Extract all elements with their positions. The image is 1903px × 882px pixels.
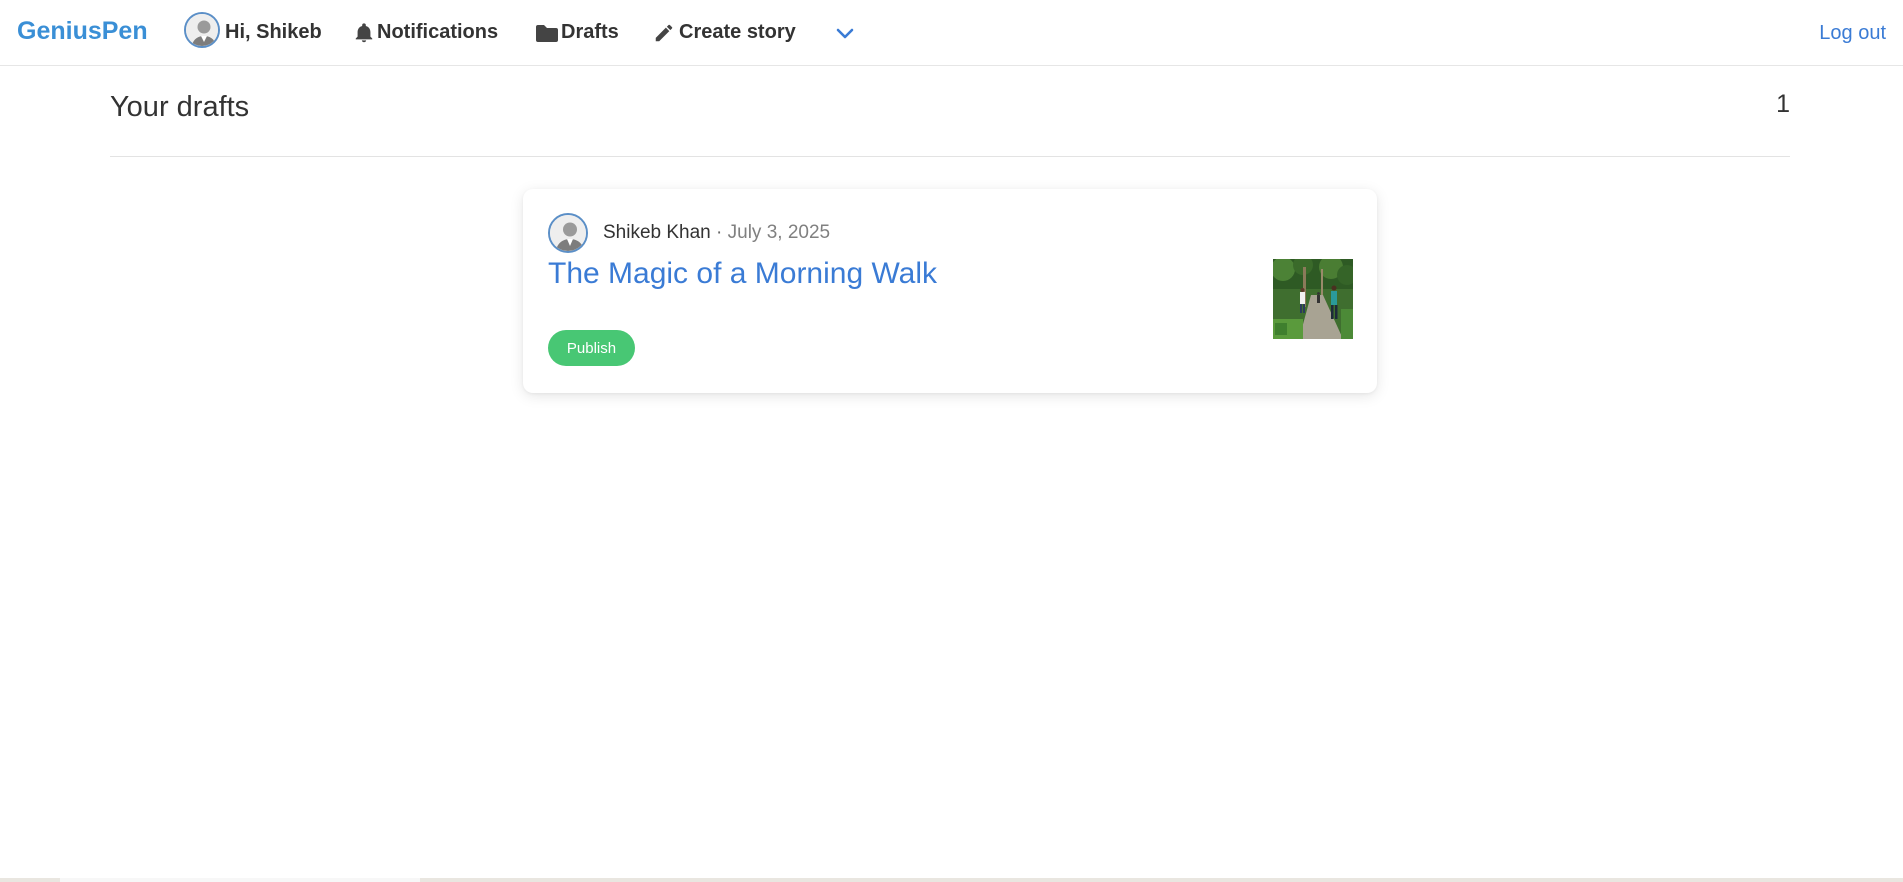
greeting-label: Hi, Shikeb [225,21,322,43]
draft-date: July 3, 2025 [727,222,831,243]
user-avatar-icon[interactable] [184,12,220,48]
drafts-label: Drafts [561,21,619,43]
draft-meta: Shikeb Khan · July 3, 2025 [603,222,830,244]
brand-logo[interactable]: GeniusPen [17,17,148,46]
page-header: Your drafts 1 [110,88,1790,157]
notifications-label: Notifications [377,21,499,43]
create-story-label: Create story [679,21,796,43]
draft-count: 1 [1776,90,1790,118]
draft-thumbnail [1273,259,1353,339]
logout-link[interactable]: Log out [1819,22,1886,45]
bell-icon [353,22,375,44]
draft-title-link[interactable]: The Magic of a Morning Walk [548,257,937,291]
create-story-link[interactable]: Create story [653,21,796,44]
author-name: Shikeb Khan [603,222,711,243]
chevron-down-icon[interactable] [834,24,856,49]
top-navbar: GeniusPen Hi, Shikeb Notifications Draft… [0,0,1903,66]
horizontal-scrollbar[interactable] [60,878,420,882]
greeting-link[interactable]: Hi, Shikeb [225,21,322,44]
meta-separator: · [716,222,723,243]
page-title: Your drafts [110,91,250,123]
pencil-icon [653,22,675,44]
notifications-link[interactable]: Notifications [353,21,498,44]
folder-icon [534,22,560,44]
drafts-link[interactable]: Drafts [534,21,619,44]
publish-button[interactable]: Publish [548,330,635,366]
author-avatar-icon [548,213,588,253]
draft-card: Shikeb Khan · July 3, 2025 The Magic of … [523,189,1377,393]
